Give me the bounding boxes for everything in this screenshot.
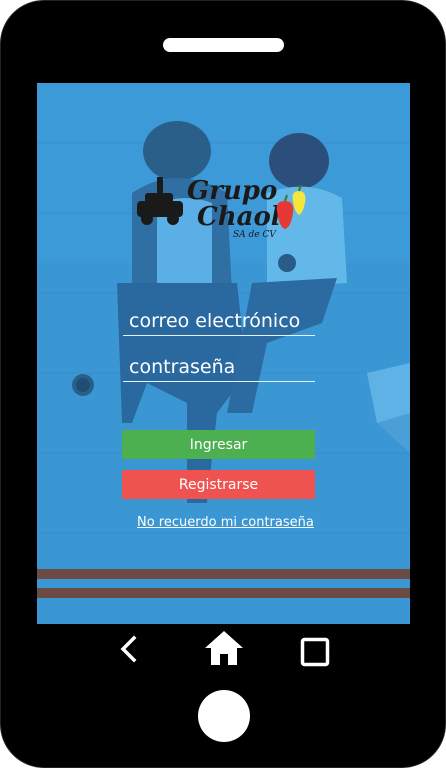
decorative-stripe-bottom — [37, 588, 410, 598]
recent-apps-icon[interactable] — [300, 637, 330, 667]
home-icon[interactable] — [204, 630, 244, 666]
pepper-icon — [276, 184, 306, 229]
speaker-slot — [163, 38, 284, 52]
email-field[interactable]: correo electrónico — [123, 303, 315, 336]
login-button[interactable]: Ingresar — [122, 430, 315, 459]
hardware-home-button[interactable] — [198, 690, 250, 742]
register-button[interactable]: Registrarse — [122, 470, 315, 499]
forgot-password-link[interactable]: No recuerdo mi contraseña — [137, 515, 314, 530]
company-logo: Grupo Chaol SA de CV — [137, 176, 306, 240]
phone-frame: Grupo Chaol SA de CV correo electrónico … — [0, 0, 446, 768]
app-screen: Grupo Chaol SA de CV correo electrónico … — [37, 83, 410, 624]
decorative-stripe-top — [37, 569, 410, 579]
logo-subtitle: SA de CV — [233, 230, 277, 240]
back-icon[interactable] — [117, 635, 141, 663]
password-field[interactable]: contraseña — [123, 349, 315, 382]
email-placeholder: correo electrónico — [129, 310, 301, 332]
logo-line2: Chaol — [197, 202, 281, 232]
password-placeholder: contraseña — [129, 356, 236, 378]
